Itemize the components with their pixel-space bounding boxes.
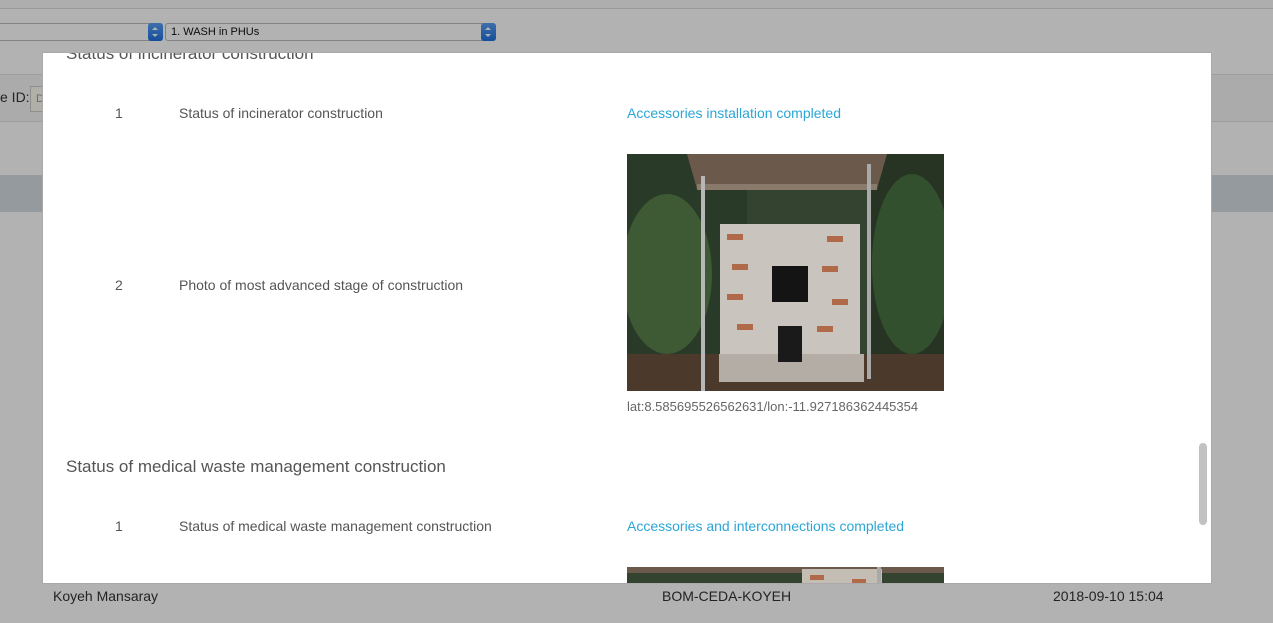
modal-scrollbar[interactable] [1195, 53, 1211, 583]
row-number: 1 [115, 105, 123, 121]
answer-value[interactable]: Accessories installation completed [627, 105, 841, 121]
row-number: 1 [115, 518, 123, 534]
question-label: Status of medical waste management const… [179, 518, 492, 534]
submission-detail-modal: Status of incinerator construction 1 Sta… [42, 52, 1212, 584]
section-title: Status of medical waste management const… [66, 457, 446, 476]
geo-coordinates: lat:8.585695526562631/lon:-11.9271863624… [627, 399, 919, 414]
waste-management-photo-image [627, 567, 944, 583]
question-label: Status of incinerator construction [179, 105, 383, 121]
row-number: 2 [115, 277, 123, 293]
section-title: Status of incinerator construction [66, 52, 314, 63]
modal-content: Status of incinerator construction 1 Sta… [43, 52, 1197, 583]
incinerator-photo[interactable] [627, 154, 944, 391]
waste-management-photo[interactable] [627, 567, 944, 583]
answer-value[interactable]: Accessories and interconnections complet… [627, 518, 904, 534]
incinerator-photo-image [627, 154, 944, 391]
scrollbar-thumb[interactable] [1199, 443, 1207, 525]
question-label: Photo of most advanced stage of construc… [179, 277, 464, 293]
